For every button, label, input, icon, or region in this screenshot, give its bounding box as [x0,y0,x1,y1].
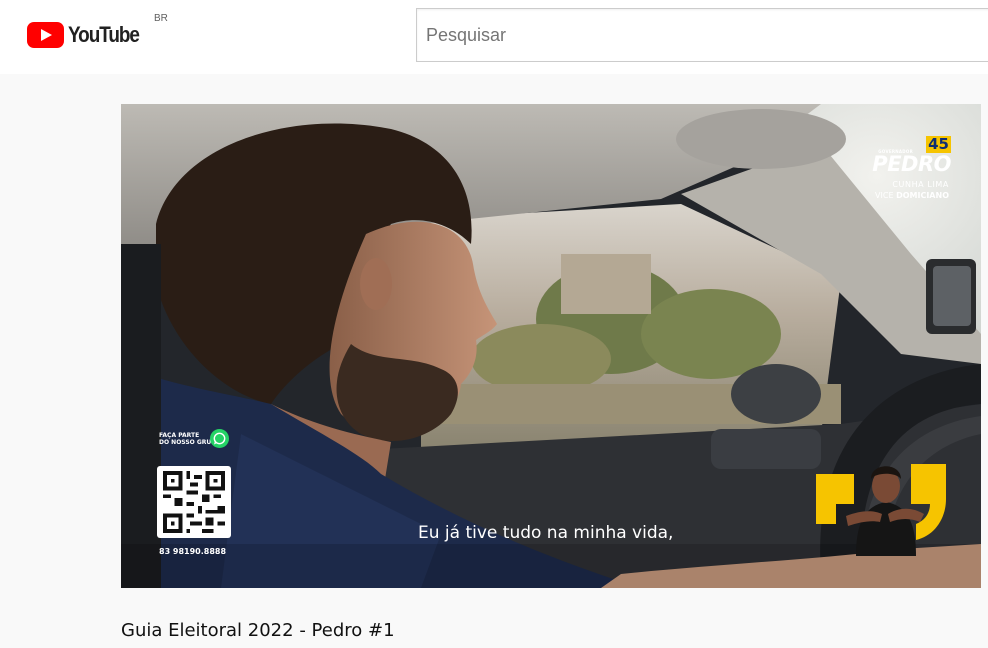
search-input[interactable] [417,9,988,61]
video-player[interactable]: Eu já tive tudo na minha vida, GOVERNADO… [121,104,981,588]
youtube-logo-icon [27,22,64,48]
whatsapp-icon [210,429,229,448]
video-title: Guia Eleitoral 2022 - Pedro #1 [121,620,395,641]
subtitle-caption: Eu já tive tudo na minha vida, [418,523,674,543]
campaign-number: 45 [926,135,951,153]
vice-name: DOMICIANO [896,191,949,200]
campaign-name: PEDRO [872,152,951,176]
youtube-wordmark: YouTube [68,22,140,47]
region-code: BR [154,13,168,24]
vice-prefix: VICE [875,191,894,200]
group-phone: 83 98190.8888 [159,547,227,556]
youtube-logo[interactable]: YouTube [27,22,150,48]
sign-language-interpreter [816,464,946,556]
campaign-vice: VICE DOMICIANO [875,191,949,200]
campaign-surname: CUNHA LIMA [892,180,949,189]
search-box[interactable] [416,8,988,62]
masthead: YouTube BR [0,0,988,74]
qr-code-icon [157,466,231,538]
